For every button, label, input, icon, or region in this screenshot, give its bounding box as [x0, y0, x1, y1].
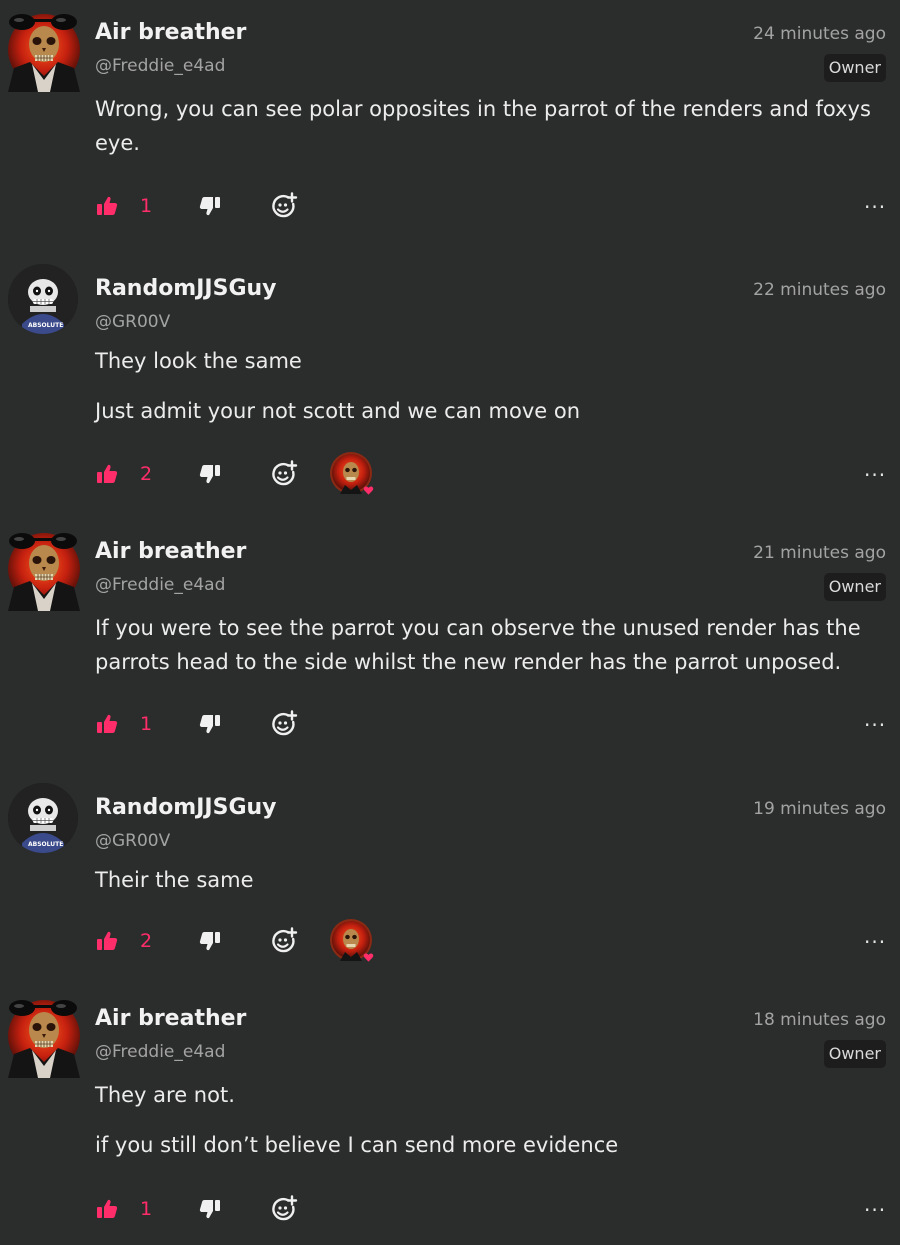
user-handle: @Freddie_e4ad [95, 1042, 226, 1062]
add-reaction-icon[interactable] [270, 927, 298, 955]
avatar-caption: ABSOLUTE [28, 841, 64, 848]
thumbs-up-icon[interactable] [95, 712, 119, 736]
comment-body: Wrong, you can see polar opposites in th… [95, 92, 895, 176]
more-options-icon[interactable]: ... [864, 459, 886, 484]
comment-body: They look the same Just admit your not s… [95, 344, 895, 444]
comment-paragraph: Their the same [95, 868, 254, 892]
owner-badge: Owner [823, 1040, 886, 1068]
thumbs-down-icon[interactable] [198, 462, 222, 486]
comment-paragraph: They are not. [95, 1083, 235, 1107]
comment-actions: 2 ... [0, 921, 900, 961]
thumbs-down-icon[interactable] [198, 194, 222, 218]
comment-actions: 1 ... [0, 1189, 900, 1229]
thumbs-up-icon[interactable] [95, 929, 119, 953]
comment-paragraph: if you still don’t believe I can send mo… [95, 1133, 619, 1157]
thumbs-up-icon[interactable] [95, 194, 119, 218]
timestamp: 19 minutes ago [753, 799, 886, 819]
username[interactable]: Air breather [95, 1006, 246, 1031]
comment-paragraph: Just admit your not scott and we can mov… [95, 399, 581, 423]
thumbs-up-icon[interactable] [95, 1197, 119, 1221]
comment-body: They are not. if you still don’t believe… [95, 1078, 895, 1178]
owner-badge: Owner [823, 54, 886, 82]
owner-badge: Owner [823, 573, 886, 601]
comment-body: If you were to see the parrot you can ob… [95, 611, 895, 695]
thumbs-down-icon[interactable] [198, 712, 222, 736]
avatar[interactable]: ABSOLUTE [8, 783, 78, 853]
more-options-icon[interactable]: ... [864, 191, 886, 216]
like-count: 2 [140, 930, 153, 952]
more-options-icon[interactable]: ... [864, 1194, 886, 1219]
comment-body: Their the same [95, 863, 895, 913]
user-handle: @GR00V [95, 831, 171, 851]
comment-actions: 1 ... [0, 704, 900, 744]
heart-icon [363, 952, 374, 963]
user-handle: @Freddie_e4ad [95, 575, 226, 595]
timestamp: 21 minutes ago [753, 543, 886, 563]
add-reaction-icon[interactable] [270, 1195, 298, 1223]
thumbs-down-icon[interactable] [198, 1197, 222, 1221]
timestamp: 18 minutes ago [753, 1010, 886, 1030]
reaction-avatar[interactable] [330, 919, 374, 963]
user-handle: @Freddie_e4ad [95, 56, 226, 76]
user-handle: @GR00V [95, 312, 171, 332]
add-reaction-icon[interactable] [270, 192, 298, 220]
like-count: 1 [140, 195, 153, 217]
username[interactable]: RandomJJSGuy [95, 795, 277, 820]
avatar[interactable] [4, 6, 82, 92]
add-reaction-icon[interactable] [270, 710, 298, 738]
reaction-avatar[interactable] [330, 452, 374, 496]
username[interactable]: Air breather [95, 539, 246, 564]
like-count: 2 [140, 463, 153, 485]
thumbs-down-icon[interactable] [198, 929, 222, 953]
thumbs-up-icon[interactable] [95, 462, 119, 486]
add-reaction-icon[interactable] [270, 460, 298, 488]
comment-actions: 2 ... [0, 454, 900, 494]
more-options-icon[interactable]: ... [864, 926, 886, 951]
timestamp: 22 minutes ago [753, 280, 886, 300]
heart-icon [363, 485, 374, 496]
like-count: 1 [140, 713, 153, 735]
username[interactable]: RandomJJSGuy [95, 276, 277, 301]
comment-paragraph: If you were to see the parrot you can ob… [95, 616, 861, 674]
avatar[interactable] [4, 525, 82, 611]
comment-paragraph: Wrong, you can see polar opposites in th… [95, 97, 871, 155]
username[interactable]: Air breather [95, 20, 246, 45]
comment-actions: 1 ... [0, 186, 900, 226]
avatar-caption: ABSOLUTE [28, 322, 64, 329]
like-count: 1 [140, 1198, 153, 1220]
comment-paragraph: They look the same [95, 349, 302, 373]
avatar[interactable] [4, 992, 82, 1078]
more-options-icon[interactable]: ... [864, 709, 886, 734]
timestamp: 24 minutes ago [753, 24, 886, 44]
avatar[interactable]: ABSOLUTE [8, 264, 78, 334]
